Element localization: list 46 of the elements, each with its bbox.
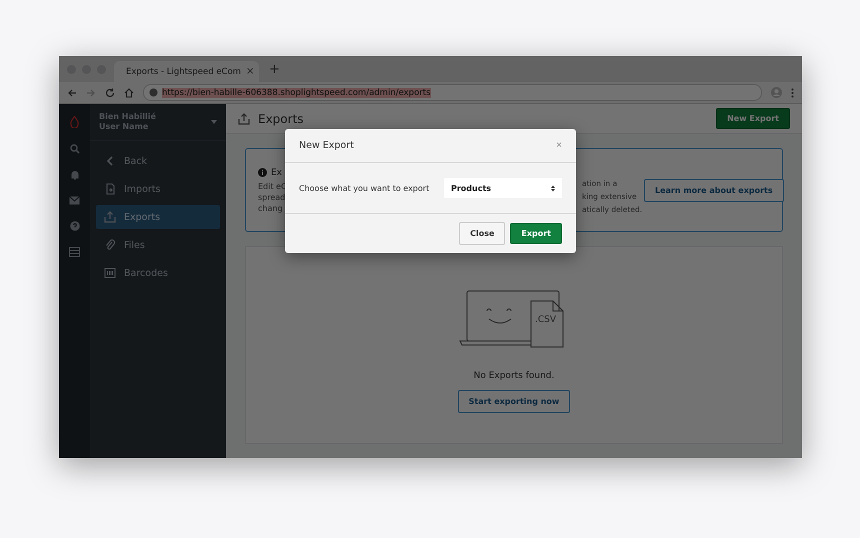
upload-tray-icon <box>238 112 250 124</box>
store-name: Bien Habillié <box>99 112 157 122</box>
new-tab-button[interactable]: + <box>267 62 280 76</box>
learn-more-button[interactable]: Learn more about exports <box>644 178 784 202</box>
barcode-icon <box>104 267 116 279</box>
register-icon[interactable] <box>69 247 80 257</box>
field-label: Choose what you want to export <box>299 184 430 192</box>
address-bar[interactable]: https://bien-habille-606388.shoplightspeed.com/admin/exports <box>143 84 762 101</box>
sidebar-item[interactable]: Barcodes <box>96 261 220 285</box>
close-button[interactable]: × <box>556 140 562 151</box>
info-icon <box>258 168 267 177</box>
back-arrow-icon[interactable] <box>67 88 77 98</box>
caret-icon[interactable] <box>211 120 217 124</box>
new-export-button[interactable]: New Export <box>716 108 790 129</box>
export-type-select[interactable]: Products <box>444 178 562 198</box>
user-name: User Name <box>99 122 150 132</box>
menu-icon[interactable] <box>791 88 794 98</box>
info-title: Ex <box>271 168 282 178</box>
profile-icon[interactable] <box>771 87 782 98</box>
help-icon[interactable] <box>70 221 80 231</box>
envelope-icon[interactable] <box>69 196 80 205</box>
empty-message: No Exports found. <box>474 371 554 381</box>
sidebar-item[interactable]: Imports <box>96 177 220 201</box>
sidebar-item[interactable]: Exports <box>96 205 220 229</box>
info-text: chang <box>258 204 283 212</box>
file-label: .CSV <box>535 315 556 325</box>
browser-tab[interactable]: Exports - Lightspeed eCom × <box>114 61 259 82</box>
reload-icon[interactable] <box>105 88 115 98</box>
info-text: spread <box>258 192 286 202</box>
tab-close-button[interactable]: × <box>246 66 254 77</box>
sidebar-item[interactable]: Back <box>96 149 220 173</box>
paperclip-icon <box>104 239 116 251</box>
select-arrows-icon <box>551 184 555 192</box>
home-icon[interactable] <box>124 88 134 98</box>
sidebar-item[interactable]: Files <box>96 233 220 257</box>
page-title: Exports <box>258 112 305 126</box>
search-icon[interactable] <box>70 144 80 154</box>
export-button[interactable]: Export <box>510 223 562 244</box>
forward-arrow-icon[interactable] <box>86 88 96 98</box>
file-import-icon <box>104 183 116 195</box>
start-exporting-button[interactable]: Start exporting now <box>458 390 570 413</box>
dialog-title: New Export <box>299 140 355 151</box>
bell-icon[interactable] <box>70 170 80 180</box>
close-button[interactable]: Close <box>459 222 506 245</box>
upload-tray-icon <box>104 211 116 223</box>
flame-logo-icon[interactable] <box>70 116 79 128</box>
